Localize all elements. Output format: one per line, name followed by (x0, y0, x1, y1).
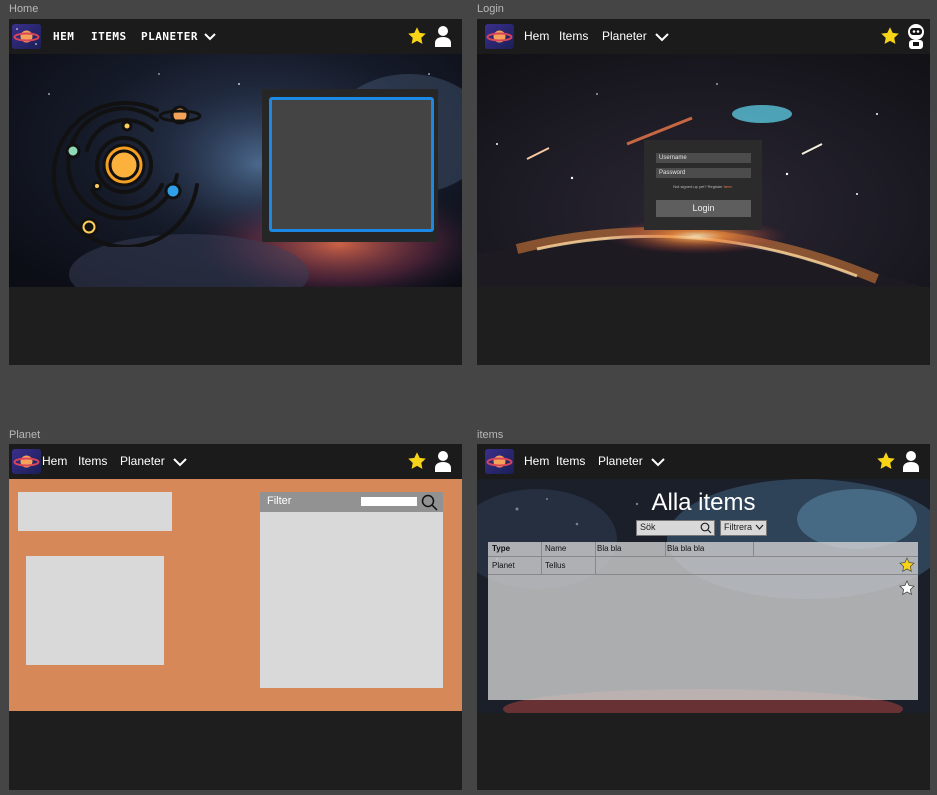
star-icon[interactable] (880, 26, 900, 46)
nav-hem-link[interactable]: Hem (524, 453, 549, 469)
chevron-down-icon (755, 524, 764, 530)
nav-planeter-label: Planeter (602, 29, 647, 43)
search-input[interactable]: Sök (636, 520, 715, 536)
filter-select[interactable]: Filtrera (720, 520, 767, 536)
register-link[interactable]: here. (724, 184, 733, 189)
hero-background (9, 54, 462, 287)
star-icon[interactable] (876, 451, 896, 471)
solar-system-icon (52, 100, 202, 247)
column-header-bla-bla-bla[interactable]: Bla bla bla (667, 544, 704, 553)
chevron-down-icon (204, 33, 217, 41)
user-icon[interactable] (433, 450, 453, 472)
username-field[interactable]: Username (656, 153, 751, 163)
star-icon[interactable] (407, 26, 427, 46)
frame-label-home: Home (9, 3, 39, 15)
register-text: Not signed up yet? Register here. (644, 184, 762, 189)
planet-logo-icon[interactable] (12, 24, 41, 49)
column-divider (541, 542, 542, 556)
column-divider (753, 542, 754, 556)
search-icon[interactable] (421, 494, 438, 511)
password-field[interactable]: Password (656, 168, 751, 178)
home-panel (262, 89, 438, 242)
nav-items-link[interactable]: ITEMS (91, 29, 127, 45)
nav-planeter-label: Planeter (598, 454, 643, 468)
column-divider (665, 542, 666, 556)
login-frame: Hem Items Planeter Username Password Not… (477, 19, 930, 365)
filter-select-value: Filtrera (724, 522, 753, 532)
login-button[interactable]: Login (656, 200, 751, 217)
cell-type: Planet (492, 561, 515, 570)
login-form: Username Password Not signed up yet? Reg… (644, 140, 762, 230)
filter-label: Filter (267, 495, 292, 507)
nav-items-link[interactable]: Items (78, 453, 107, 469)
star-icon[interactable] (899, 557, 915, 573)
nav-items-link[interactable]: Items (556, 453, 585, 469)
nav-items-link[interactable]: Items (559, 28, 588, 44)
items-frame: Hem Items Planeter Alla items Sök Filtre… (477, 444, 930, 790)
frame-label-login: Login (477, 3, 504, 15)
column-header-type[interactable]: Type (492, 544, 510, 553)
filter-panel: Filter (260, 492, 443, 688)
nav-planeter-dropdown[interactable]: PLANETER (141, 29, 217, 43)
column-header-bla-bla[interactable]: Bla bla (597, 544, 621, 553)
star-icon[interactable] (407, 451, 427, 471)
page-title: Alla items (651, 489, 756, 516)
nav-planeter-dropdown[interactable]: Planeter (598, 454, 666, 468)
astronaut-icon[interactable] (905, 23, 927, 49)
planet-content: Filter (9, 479, 462, 711)
nav-planeter-dropdown[interactable]: Planeter (602, 29, 670, 43)
nav-planeter-dropdown[interactable]: Planeter (120, 454, 188, 468)
column-header-name[interactable]: Name (545, 544, 566, 553)
navbar: Hem Items Planeter (477, 19, 930, 54)
search-placeholder: Sök (640, 522, 656, 532)
navbar: HEM ITEMS PLANETER (9, 19, 462, 54)
user-icon[interactable] (433, 25, 453, 47)
nav-planeter-label: PLANETER (141, 30, 198, 43)
navbar: Hem Items Planeter (477, 444, 930, 479)
frame-label-planet: Planet (9, 429, 41, 441)
filter-search-input[interactable] (361, 497, 417, 506)
hero-background: Alla items Sök Filtrera Type Name Bla bl… (477, 479, 930, 713)
user-icon[interactable] (901, 450, 921, 472)
frame-label-items: items (477, 429, 504, 441)
nav-hem-link[interactable]: Hem (524, 28, 549, 44)
planet-image-placeholder (26, 556, 164, 665)
planet-logo-icon[interactable] (485, 24, 514, 49)
nav-hem-link[interactable]: Hem (42, 453, 67, 469)
content-box[interactable] (269, 97, 434, 232)
chevron-down-icon (173, 458, 187, 467)
cell-name: Tellus (545, 561, 566, 570)
table-row[interactable]: Planet Tellus (488, 557, 918, 575)
nav-hem-link[interactable]: HEM (53, 29, 74, 45)
nav-planeter-label: Planeter (120, 454, 165, 468)
search-icon[interactable] (700, 522, 712, 534)
planet-frame: Hem Items Planeter Filter (9, 444, 462, 790)
hero-background: Username Password Not signed up yet? Reg… (477, 54, 930, 287)
planet-logo-icon[interactable] (485, 449, 514, 474)
navbar: Hem Items Planeter (9, 444, 462, 479)
home-frame: HEM ITEMS PLANETER (9, 19, 462, 365)
star-outline-icon[interactable] (899, 580, 915, 596)
chevron-down-icon (651, 458, 665, 467)
column-divider (541, 557, 542, 574)
items-table: Type Name Bla bla Bla bla bla Planet Tel… (488, 542, 918, 700)
planet-logo-icon[interactable] (12, 449, 41, 474)
planet-title-placeholder (18, 492, 172, 531)
filter-header: Filter (260, 492, 443, 512)
chevron-down-icon (655, 33, 669, 42)
table-header-row: Type Name Bla bla Bla bla bla (488, 542, 918, 574)
register-prefix: Not signed up yet? Register (673, 184, 723, 189)
